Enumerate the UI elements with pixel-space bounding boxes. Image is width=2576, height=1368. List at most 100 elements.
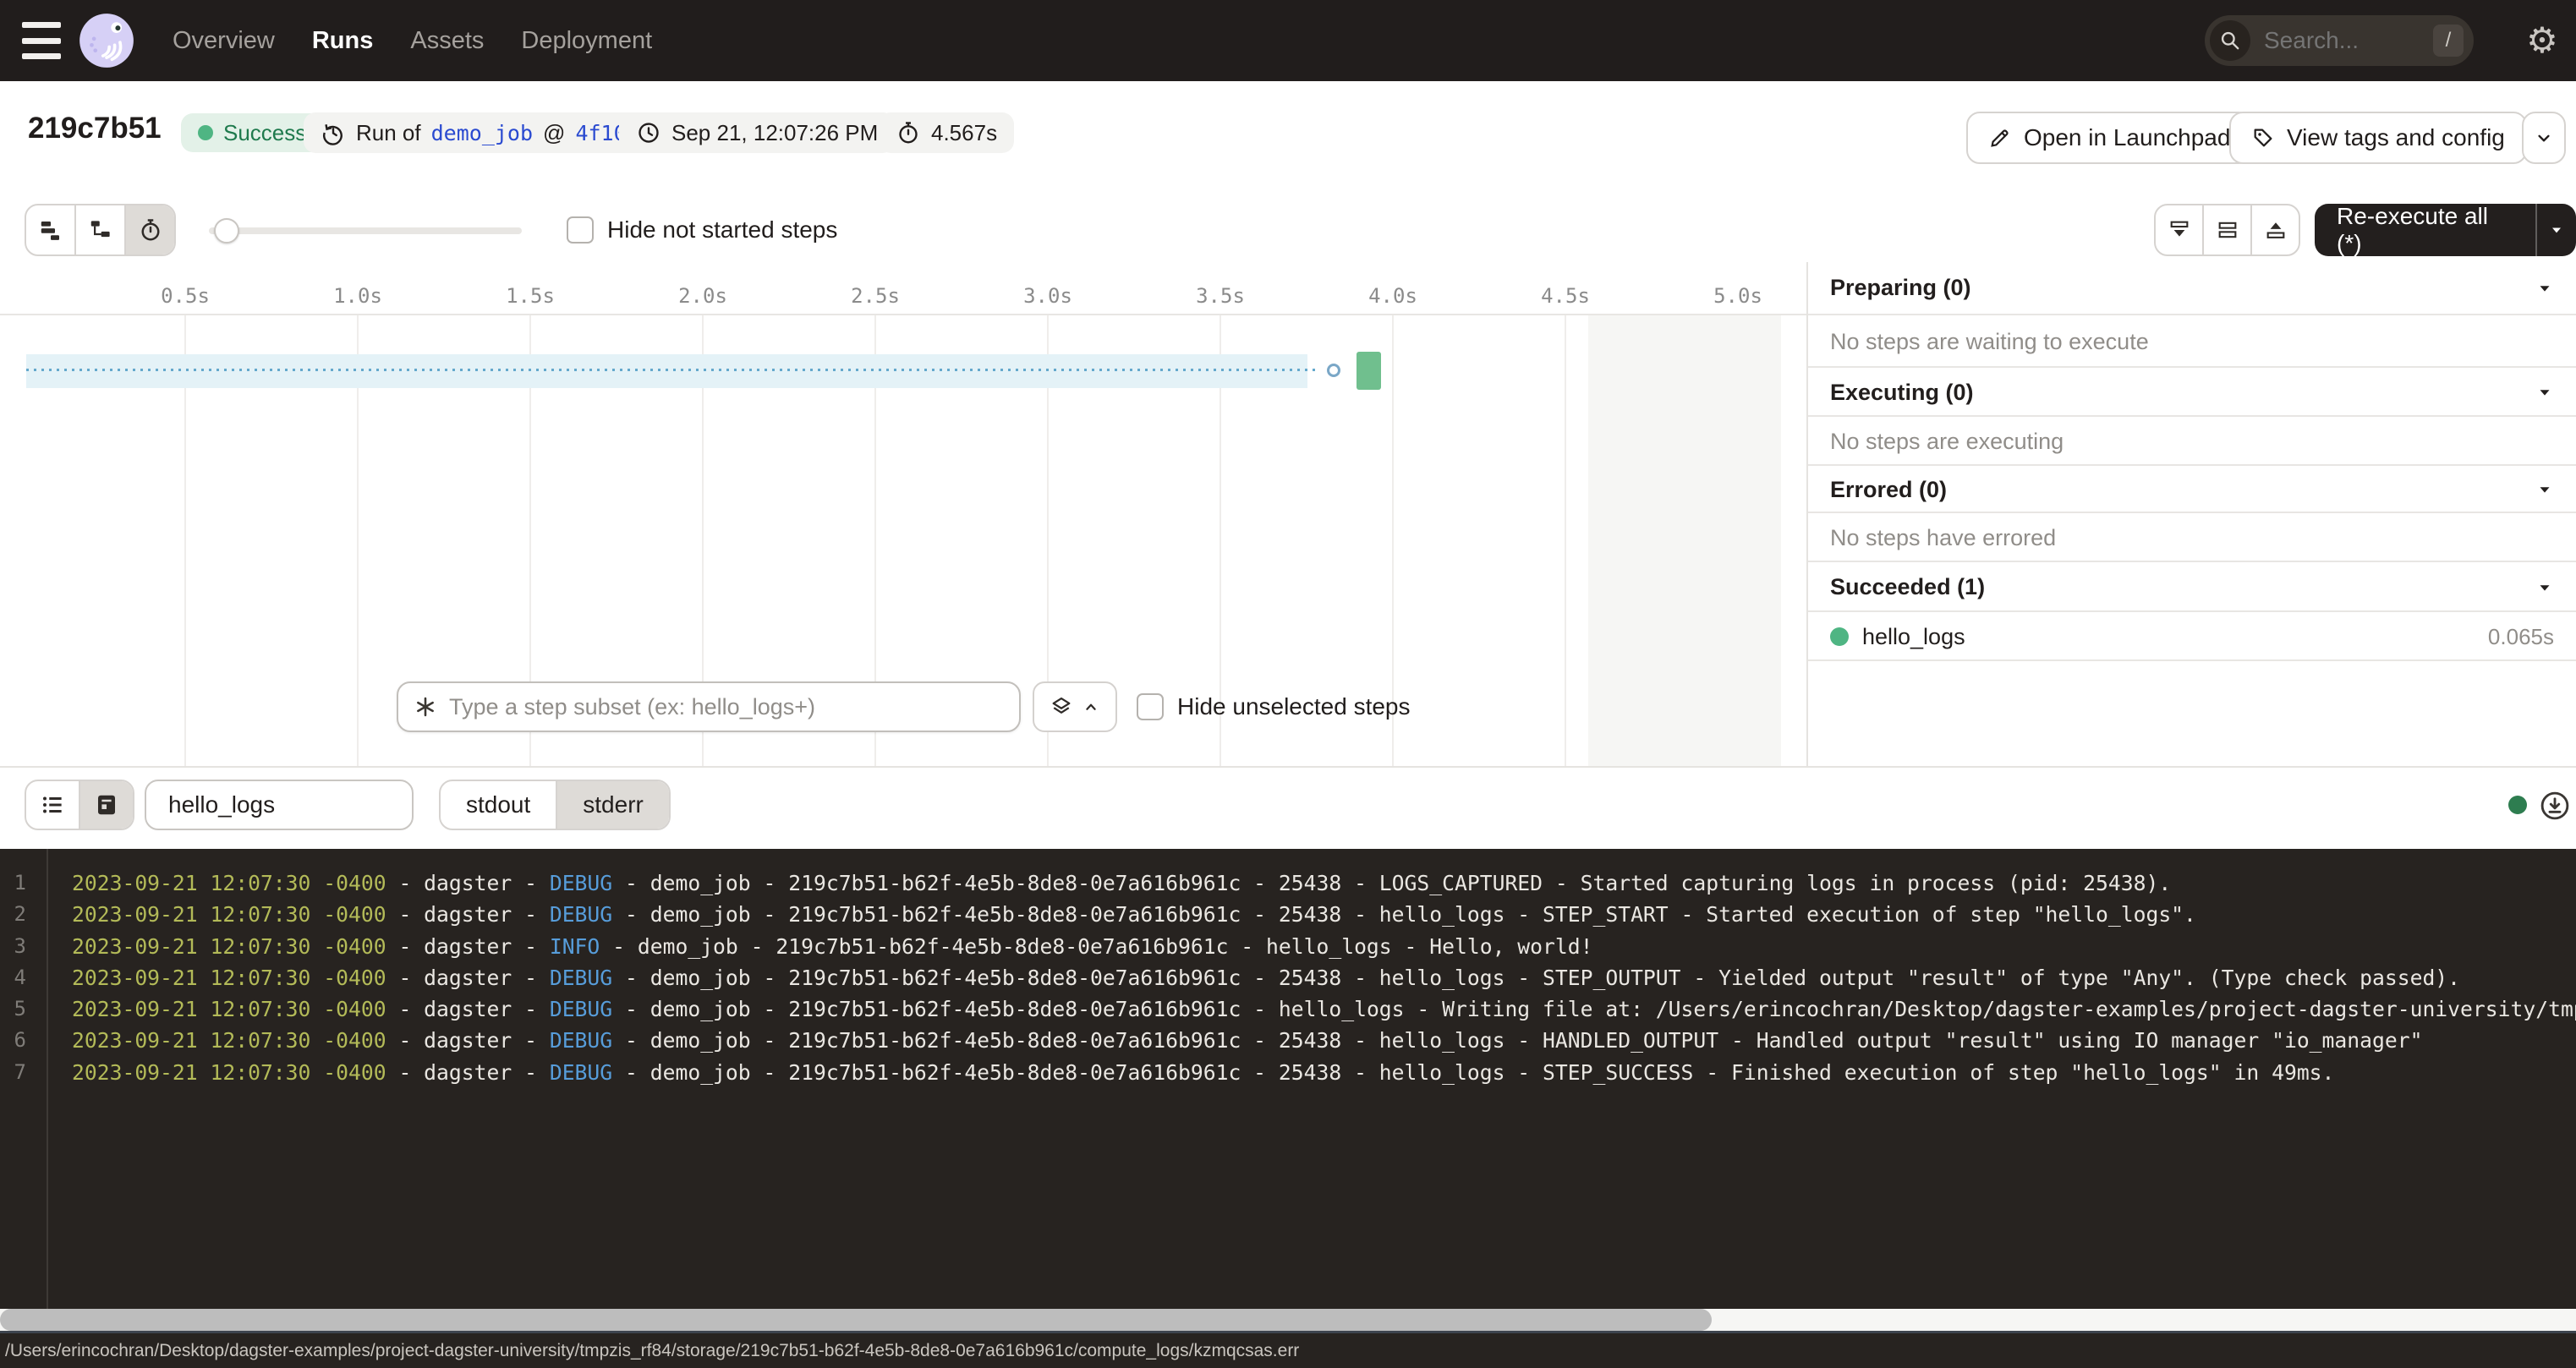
nav-item-deployment[interactable]: Deployment	[521, 27, 652, 55]
stopwatch-icon	[896, 120, 921, 145]
panel-empty-errored: No steps have errored	[1808, 515, 2576, 562]
job-link[interactable]: demo_job	[431, 121, 533, 145]
log-line-number: 5	[0, 993, 26, 1025]
timed-view-button[interactable]	[124, 205, 174, 254]
caret-down-icon[interactable]	[2535, 383, 2554, 402]
axis-tick: 2.5s	[851, 284, 900, 308]
graph-options-button[interactable]	[1033, 681, 1117, 732]
axis-tick: 3.0s	[1023, 284, 1072, 308]
reexecute-all-button[interactable]: Re-execute all (*)	[2315, 204, 2576, 256]
status-label: Success	[223, 120, 306, 146]
step-waiting-bar	[26, 354, 1307, 388]
log-line: 2023-09-21 12:07:30 -0400 - dagster - DE…	[72, 993, 2576, 1025]
hide-not-started-checkbox[interactable]	[567, 216, 594, 244]
status-dot-icon	[198, 125, 213, 140]
search-icon	[2210, 20, 2250, 61]
slider-track[interactable]	[209, 227, 522, 234]
gantt-time-axis: 0.5s1.0s1.5s2.0s2.5s3.0s3.5s4.0s4.5s5.0s	[0, 284, 1806, 311]
axis-tick: 1.0s	[333, 284, 382, 308]
axis-tick: 3.5s	[1196, 284, 1245, 308]
log-line-number: 2	[0, 899, 26, 930]
log-line: 2023-09-21 12:07:30 -0400 - dagster - DE…	[72, 1057, 2576, 1088]
page-title-run-id: 219c7b51	[28, 112, 162, 145]
step-subset-input[interactable]	[437, 694, 1019, 720]
hide-not-started-label: Hide not started steps	[607, 216, 837, 244]
section-title: Executing (0)	[1830, 380, 1974, 406]
run-actions-chevron-button[interactable]	[2522, 112, 2566, 164]
waterfall-view-button[interactable]	[74, 205, 124, 254]
dagster-logo[interactable]	[78, 12, 135, 69]
view-tags-config-button[interactable]: View tags and config	[2229, 112, 2527, 164]
log-line-number: 7	[0, 1057, 26, 1088]
log-step-filter-input[interactable]	[146, 791, 412, 818]
duration-label: 4.567s	[931, 120, 997, 146]
section-title: Succeeded (1)	[1830, 574, 1985, 600]
log-line: 2023-09-21 12:07:30 -0400 - dagster - DE…	[72, 899, 2576, 930]
collapse-down-button[interactable]	[2156, 205, 2202, 254]
log-line: 2023-09-21 12:07:30 -0400 - dagster - DE…	[72, 1025, 2576, 1056]
caret-down-icon[interactable]	[2535, 480, 2554, 499]
structured-list-icon	[40, 792, 65, 818]
log-line: 2023-09-21 12:07:30 -0400 - dagster - DE…	[72, 962, 2576, 993]
panel-section-errored[interactable]: Errored (0)	[1808, 468, 2576, 513]
axis-tick: 4.5s	[1541, 284, 1590, 308]
nav-item-assets[interactable]: Assets	[410, 27, 484, 55]
hamburger-menu-icon[interactable]	[22, 22, 61, 59]
panel-section-preparing[interactable]: Preparing (0)	[1808, 262, 2576, 315]
hide-not-started-checkbox-row: Hide not started steps	[567, 204, 837, 256]
tab-stderr[interactable]: stderr	[556, 781, 669, 829]
search-input[interactable]	[2250, 27, 2433, 54]
step-marker-circle	[1327, 364, 1340, 377]
reexecute-all-label: Re-execute all (*)	[2315, 203, 2535, 257]
axis-tick: 1.5s	[506, 284, 555, 308]
pencil-icon	[1988, 126, 2012, 150]
step-success-bar[interactable]	[1357, 352, 1381, 390]
op-selector-icon	[414, 695, 437, 719]
succeeded-step-row[interactable]: hello_logs 0.065s	[1808, 614, 2576, 661]
stream-tabs: stdout stderr	[439, 780, 671, 830]
hide-unselected-label: Hide unselected steps	[1177, 693, 1411, 720]
log-line-number: 6	[0, 1025, 26, 1056]
flat-view-button[interactable]	[26, 205, 74, 254]
panel-section-succeeded[interactable]: Succeeded (1)	[1808, 564, 2576, 612]
raw-log-view-button[interactable]	[79, 781, 133, 829]
global-search[interactable]: /	[2205, 15, 2474, 66]
gantt-zoom-slider[interactable]	[209, 204, 522, 256]
raw-log-viewer[interactable]: 1234567 2023-09-21 12:07:30 -0400 - dags…	[0, 849, 2576, 1309]
history-icon	[321, 120, 346, 145]
panel-section-executing[interactable]: Executing (0)	[1808, 369, 2576, 417]
top-nav-bar: Overview Runs Assets Deployment / ⚙	[0, 0, 2576, 81]
log-file-path-bar: /Users/erincochran/Desktop/dagster-examp…	[0, 1331, 2576, 1368]
caret-down-icon[interactable]	[2535, 578, 2554, 597]
axis-tick: 5.0s	[1713, 284, 1762, 308]
hide-unselected-checkbox[interactable]	[1137, 693, 1164, 720]
step-subset-field[interactable]	[397, 681, 1021, 732]
caret-down-icon[interactable]	[2535, 279, 2554, 298]
reexecute-options-caret[interactable]	[2537, 222, 2576, 238]
run-of-at: @	[543, 120, 565, 146]
slider-handle[interactable]	[214, 218, 239, 244]
log-line-number: 4	[0, 962, 26, 993]
expand-up-icon	[2264, 218, 2288, 242]
section-title: Errored (0)	[1830, 477, 1947, 503]
gear-icon[interactable]: ⚙	[2524, 22, 2561, 59]
log-horizontal-scrollbar[interactable]	[0, 1309, 2576, 1331]
open-in-launchpad-button[interactable]: Open in Launchpad	[1966, 112, 2252, 164]
log-lines: 2023-09-21 12:07:30 -0400 - dagster - DE…	[72, 849, 2576, 1309]
scrollbar-thumb[interactable]	[0, 1309, 1712, 1331]
nav-item-runs[interactable]: Runs	[312, 27, 374, 55]
tab-stdout[interactable]: stdout	[441, 781, 556, 829]
start-time-tag: Sep 21, 12:07:26 PM	[619, 112, 895, 153]
gantt-view-mode-group	[25, 204, 176, 256]
step-name[interactable]: hello_logs	[1862, 624, 1965, 650]
split-panels-button[interactable]	[2202, 205, 2250, 254]
stopwatch-icon	[138, 217, 163, 243]
log-step-filter-field[interactable]	[145, 780, 414, 830]
step-duration: 0.065s	[2488, 624, 2554, 650]
download-icon	[2539, 790, 2571, 822]
expand-up-button[interactable]	[2250, 205, 2299, 254]
download-logs-button[interactable]	[2539, 790, 2571, 822]
nav-item-overview[interactable]: Overview	[173, 27, 275, 55]
section-title: Preparing (0)	[1830, 275, 1971, 301]
structured-log-view-button[interactable]	[26, 781, 79, 829]
